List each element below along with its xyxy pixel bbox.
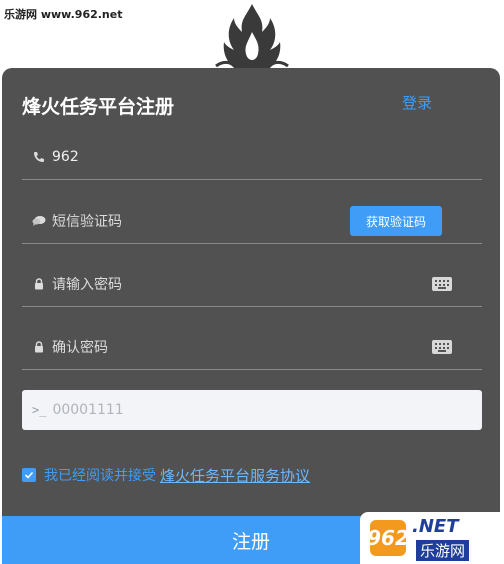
captcha-input[interactable]: >_ 00001111 (22, 390, 482, 430)
flame-logo-icon (215, 4, 289, 72)
sms-code-placeholder: 短信验证码 (52, 213, 122, 230)
watermark-badge: 962 (367, 518, 409, 558)
keyboard-icon[interactable] (432, 277, 452, 291)
lock-icon (32, 277, 46, 291)
register-card: 烽火任务平台注册 登录 962 短信验证码 获取验证码 请输入密码 确认密码 >… (2, 68, 500, 564)
password-placeholder: 请输入密码 (52, 276, 122, 293)
page-title: 烽火任务平台注册 (22, 96, 175, 118)
agree-text: 我已经阅读并接受 (44, 468, 156, 484)
service-agreement-link[interactable]: 烽火任务平台服务协议 (160, 465, 310, 486)
lock-icon (32, 340, 46, 354)
watermark-top-text: 乐游网 www.962.net (4, 8, 123, 21)
check-icon (24, 471, 34, 479)
phone-icon (32, 150, 46, 164)
captcha-value: 00001111 (52, 402, 124, 418)
keyboard-icon[interactable] (432, 340, 452, 354)
watermark-bottom: 962 .NET 乐游网 (360, 512, 504, 564)
get-sms-code-button[interactable]: 获取验证码 (350, 206, 442, 236)
chat-bubble-icon (32, 214, 46, 228)
agreement-row: 我已经阅读并接受 烽火任务平台服务协议 (22, 465, 310, 486)
confirm-password-field[interactable]: 确认密码 (22, 324, 482, 370)
confirm-password-placeholder: 确认密码 (52, 339, 108, 356)
terminal-prompt-icon: >_ (32, 403, 47, 417)
login-link[interactable]: 登录 (402, 92, 432, 113)
password-field[interactable]: 请输入密码 (22, 261, 482, 307)
sms-code-field[interactable]: 短信验证码 获取验证码 (22, 198, 482, 244)
phone-value: 962 (52, 148, 79, 165)
phone-field[interactable]: 962 (22, 134, 482, 180)
agree-checkbox[interactable] (22, 468, 36, 482)
watermark-cn: 乐游网 (416, 540, 470, 561)
watermark-num: 962 (367, 526, 409, 550)
watermark-net: .NET (412, 516, 459, 537)
